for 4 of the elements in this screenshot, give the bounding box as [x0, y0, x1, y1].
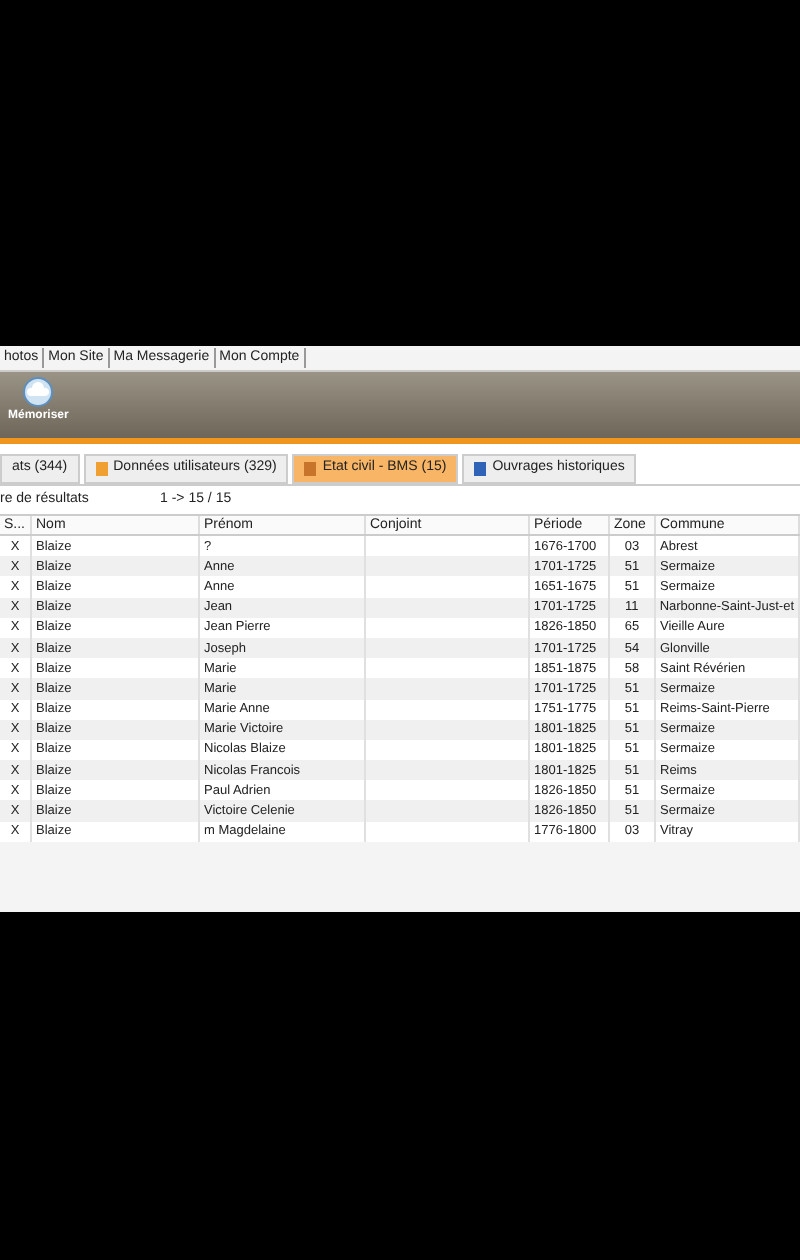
tab-icon	[474, 462, 487, 476]
cloud-icon	[22, 376, 55, 408]
tab-icon	[95, 462, 108, 476]
tab-icon	[304, 462, 317, 476]
